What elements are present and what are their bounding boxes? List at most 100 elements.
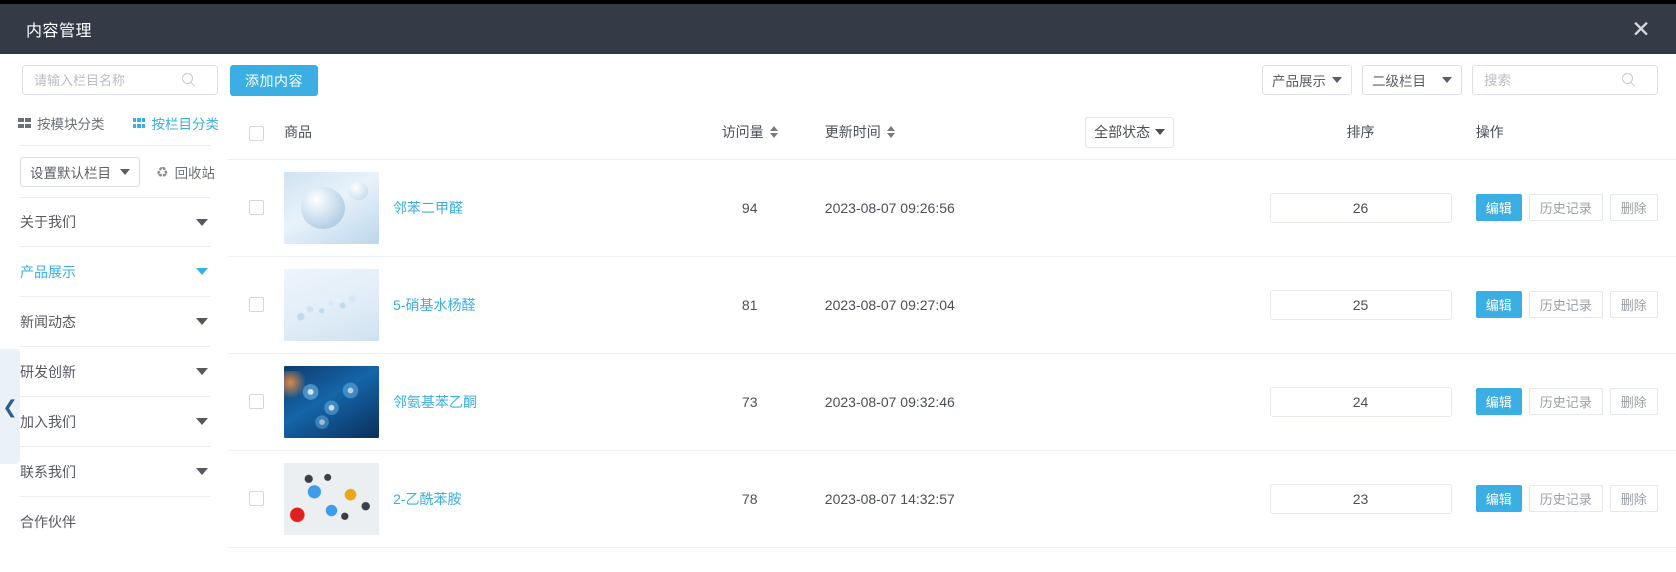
chevron-down-icon[interactable] [196,368,208,375]
window-title: 内容管理 [26,17,92,41]
sidebar-nav-list: 关于我们 产品展示 新闻动态 研发创新 加入我们 联系我们 [0,197,228,547]
sidebar-item-rnd[interactable]: 研发创新 [20,347,210,397]
th-product: 商品 [284,106,675,159]
update-time-value: 2023-08-07 14:32:57 [825,491,1085,507]
secondary-column-dropdown[interactable]: 二级栏目 [1362,65,1462,95]
product-name-link[interactable]: 邻氨基苯乙酮 [393,392,477,412]
update-time-cell: 2023-08-07 09:26:56 [825,159,1085,256]
views-cell: 94 [675,159,825,256]
product-name-link[interactable]: 邻苯二甲醛 [393,198,463,218]
th-product-label: 商品 [284,124,312,140]
sidebar-item-label: 研发创新 [20,362,76,382]
tab-by-column[interactable]: 按栏目分类 [133,113,220,133]
sidebar-item-label: 产品展示 [20,262,76,282]
primary-column-value: 产品展示 [1272,70,1326,90]
views-cell: 81 [675,256,825,353]
chevron-down-icon[interactable] [196,268,208,275]
edit-button[interactable]: 编辑 [1476,291,1522,318]
recycle-bin-button[interactable]: ♻ 回收站 [156,162,215,182]
views-value: 78 [675,491,825,507]
sidebar-item-label: 联系我们 [20,462,76,482]
column-search-input[interactable] [23,66,181,94]
product-cell: 2-乙酰苯胺 [284,450,675,547]
sidebar-item-join-us[interactable]: 加入我们 [20,397,210,447]
search-icon [181,72,197,88]
toolbar: 添加内容 产品展示 二级栏目 [0,54,1676,106]
sidebar-item-products[interactable]: 产品展示 [20,247,210,297]
sidebar-item-about[interactable]: 关于我们 [20,197,210,247]
operation-cell: 编辑 历史记录 删除 [1476,450,1676,547]
sort-arrows-icon[interactable] [887,126,895,138]
filter-group: 产品展示 二级栏目 [1262,65,1658,95]
sidebar-item-contact[interactable]: 联系我们 [20,447,210,497]
chevron-down-icon[interactable] [196,418,208,425]
search-input[interactable] [1473,66,1621,94]
chevron-down-icon[interactable] [196,219,208,226]
delete-button[interactable]: 删除 [1610,388,1658,415]
sort-order-input[interactable] [1270,387,1452,417]
row-checkbox[interactable] [249,491,264,506]
content-table: 商品 访问量 更新时间 [228,106,1676,548]
close-icon[interactable]: ✕ [1628,16,1654,42]
chevron-left-icon: ❮ [2,398,17,416]
th-operation: 操作 [1476,106,1676,159]
sort-order-input[interactable] [1270,290,1452,320]
primary-column-dropdown[interactable]: 产品展示 [1262,65,1352,95]
set-default-column-dropdown[interactable]: 设置默认栏目 [20,157,140,187]
edit-button[interactable]: 编辑 [1476,388,1522,415]
history-button[interactable]: 历史记录 [1529,485,1603,512]
sidebar-item-news[interactable]: 新闻动态 [20,297,210,347]
delete-button[interactable]: 删除 [1610,291,1658,318]
delete-button[interactable]: 删除 [1610,485,1658,512]
product-name-link[interactable]: 5-硝基水杨醛 [393,295,475,315]
row-checkbox[interactable] [249,394,264,409]
row-select-cell [228,159,284,256]
content-table-panel: 商品 访问量 更新时间 [228,106,1676,572]
row-checkbox[interactable] [249,200,264,215]
add-content-button[interactable]: 添加内容 [230,65,318,96]
product-name-link[interactable]: 2-乙酰苯胺 [393,489,461,509]
history-button[interactable]: 历史记录 [1529,194,1603,221]
th-views[interactable]: 访问量 [675,106,825,159]
table-header: 商品 访问量 更新时间 [228,106,1676,159]
table-row: 邻苯二甲醛 94 2023-08-07 09:26:56 [228,159,1676,256]
sort-cell [1245,256,1475,353]
sidebar-item-label: 加入我们 [20,412,76,432]
status-filter-dropdown[interactable]: 全部状态 [1085,117,1174,148]
sidebar: 按模块分类 按栏目分类 设置默认栏目 ♻ 回收站 关于我们 [0,106,228,572]
row-select-cell [228,353,284,450]
edit-button[interactable]: 编辑 [1476,194,1522,221]
sort-order-input[interactable] [1270,193,1452,223]
th-views-label: 访问量 [722,122,764,142]
window-titlebar: 内容管理 ✕ [0,4,1676,54]
tab-by-module[interactable]: 按模块分类 [18,113,105,133]
views-value: 73 [675,394,825,410]
select-all-checkbox[interactable] [249,126,264,141]
row-select-cell [228,256,284,353]
views-cell: 73 [675,353,825,450]
sidebar-item-partners[interactable]: 合作伙伴 [20,497,210,547]
table-row: 2-乙酰苯胺 78 2023-08-07 14:32:57 [228,450,1676,547]
sidebar-collapse-handle[interactable]: ❮ [0,349,20,464]
history-button[interactable]: 历史记录 [1529,388,1603,415]
sort-arrows-icon[interactable] [770,126,778,138]
sort-order-input[interactable] [1270,484,1452,514]
row-checkbox[interactable] [249,297,264,312]
operation-cell: 编辑 历史记录 删除 [1476,159,1676,256]
chevron-down-icon[interactable] [196,318,208,325]
search-box[interactable] [1472,65,1658,95]
sort-cell [1245,353,1475,450]
th-update-time[interactable]: 更新时间 [825,106,1085,159]
column-search-box[interactable] [22,65,218,95]
chevron-down-icon [1155,129,1165,135]
recycle-icon: ♻ [156,164,169,181]
grid-3x3-icon [133,118,146,128]
chevron-down-icon[interactable] [196,468,208,475]
history-button[interactable]: 历史记录 [1529,291,1603,318]
category-tab-group: 按模块分类 按栏目分类 [0,106,228,136]
update-time-cell: 2023-08-07 09:27:04 [825,256,1085,353]
delete-button[interactable]: 删除 [1610,194,1658,221]
sidebar-item-label: 关于我们 [20,212,76,232]
product-cell: 邻氨基苯乙酮 [284,353,675,450]
edit-button[interactable]: 编辑 [1476,485,1522,512]
